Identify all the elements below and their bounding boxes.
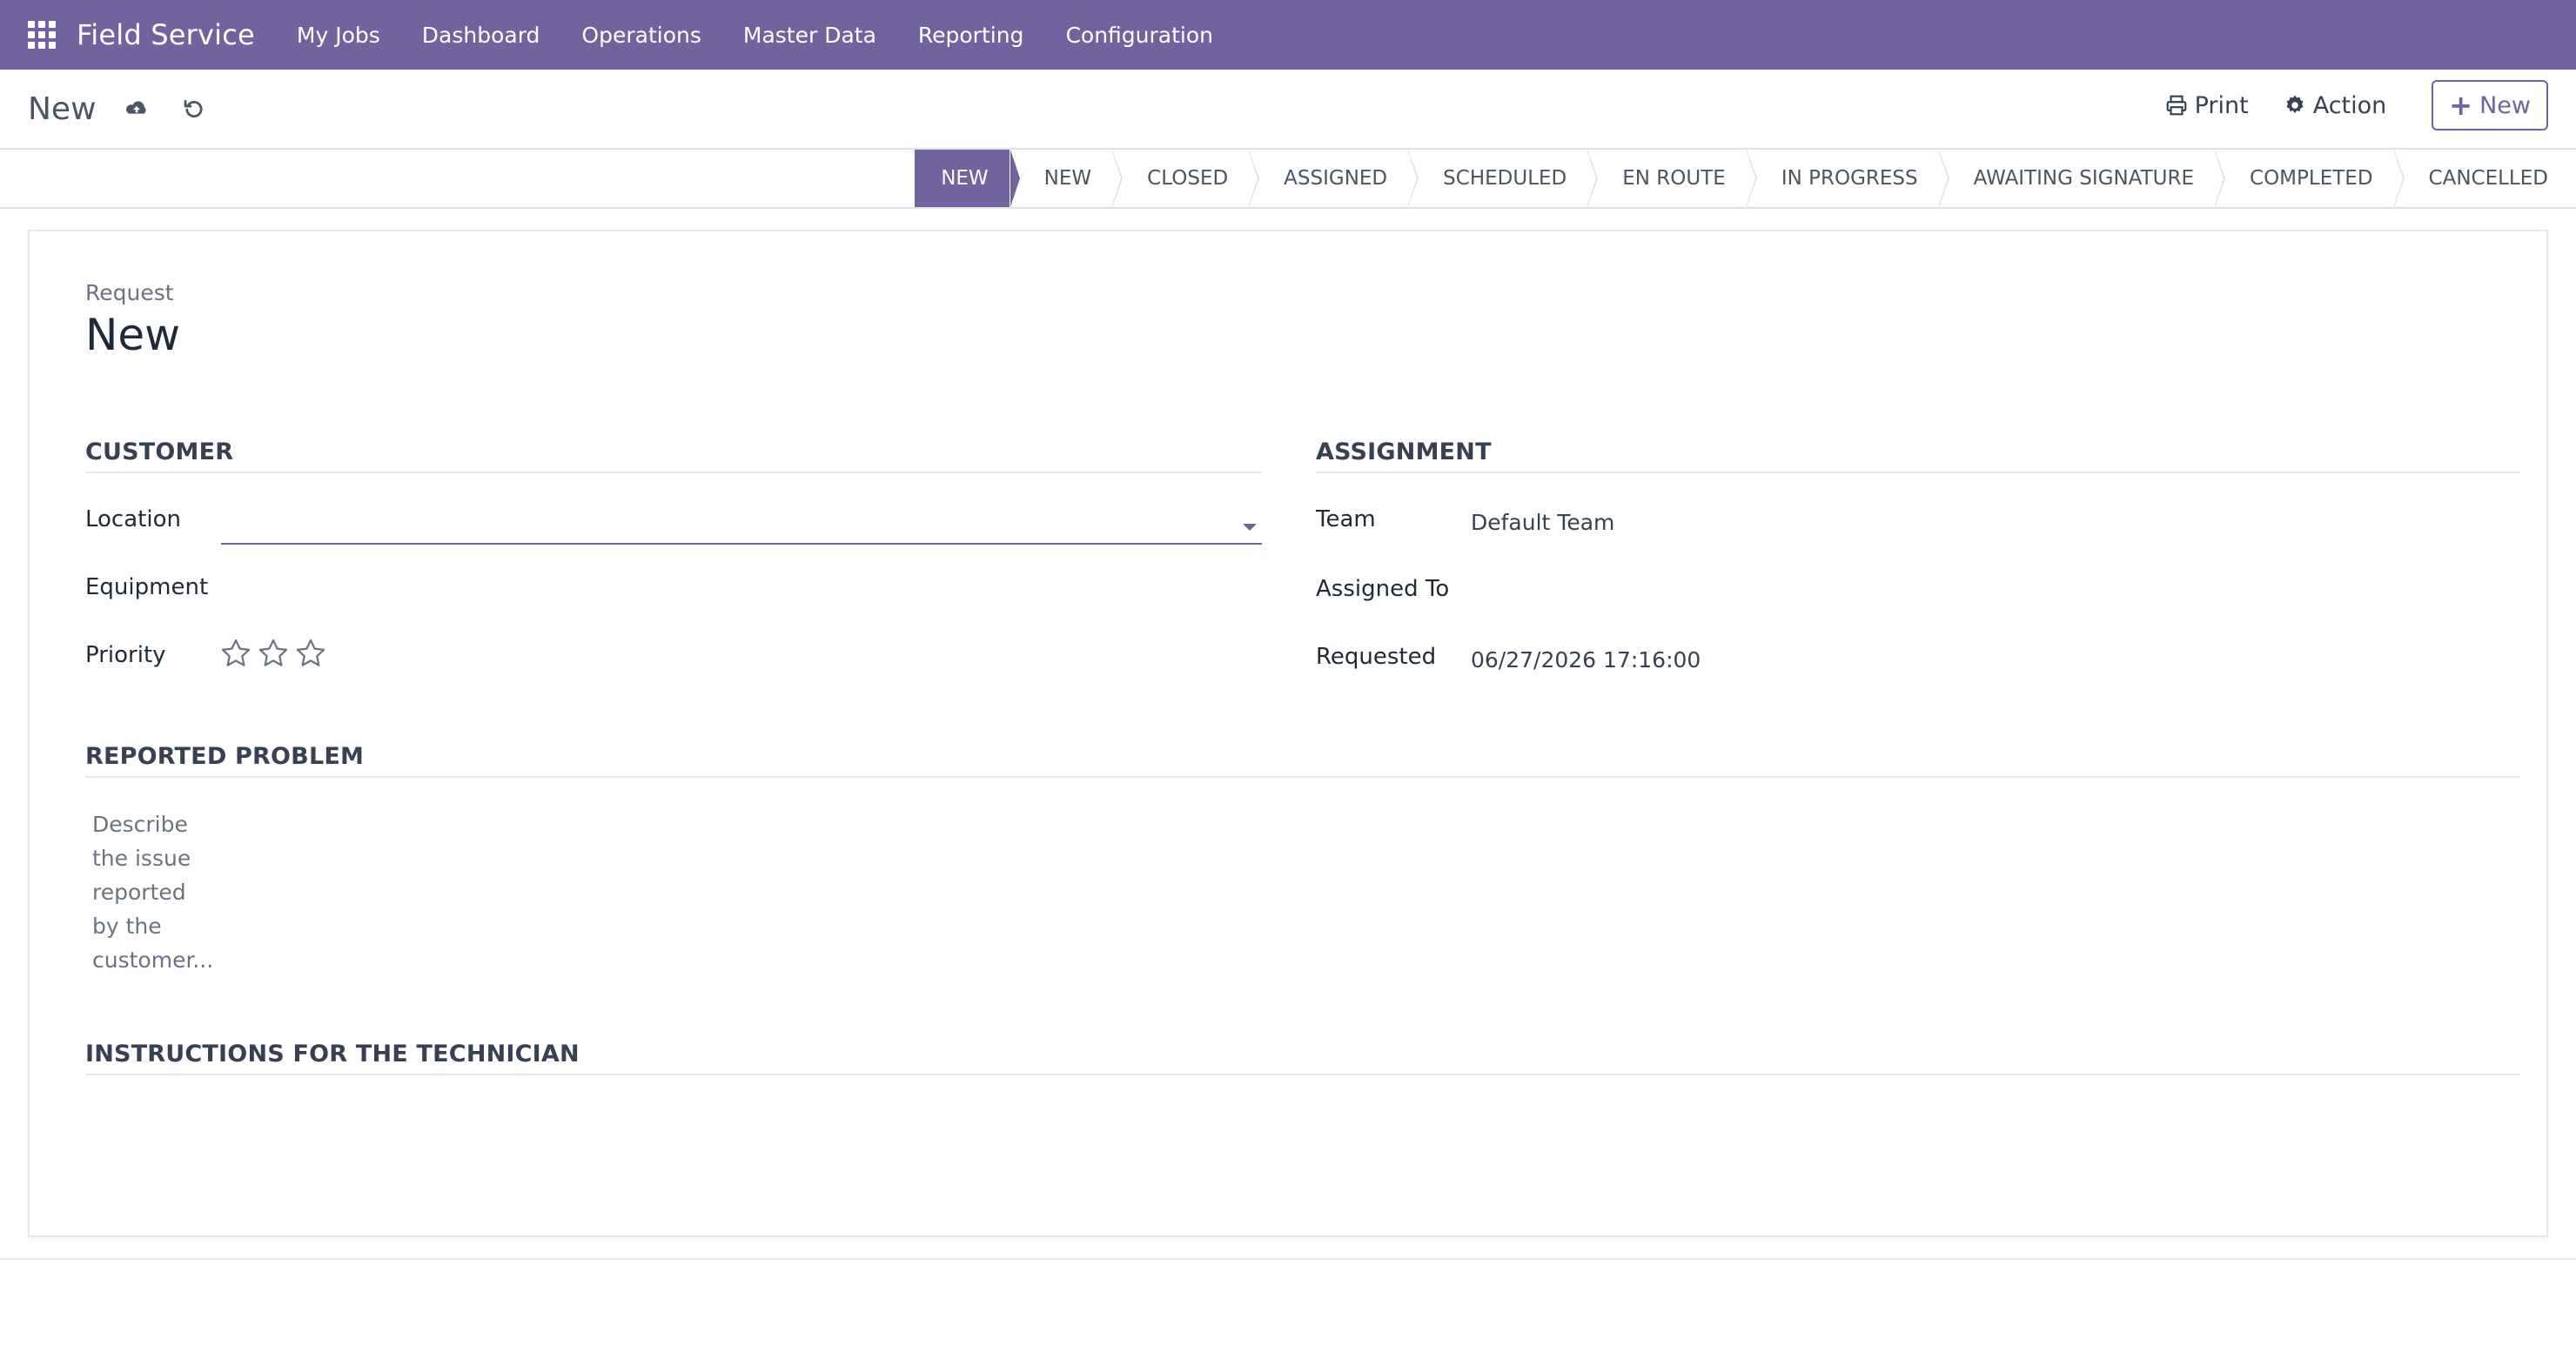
top-navbar: Field Service My Jobs Dashboard Operatio… (0, 0, 2576, 70)
star-icon[interactable] (257, 637, 290, 670)
instructions-divider (85, 1074, 2520, 1075)
stage-awaiting-signature[interactable]: AWAITING SIGNATURE (1939, 150, 2226, 207)
reported-problem-divider (85, 776, 2520, 778)
priority-stars (219, 637, 332, 670)
priority-label: Priority (85, 642, 166, 668)
assignment-section-title: ASSIGNMENT (1316, 438, 1492, 465)
print-label: Print (2194, 91, 2249, 119)
undo-icon (184, 99, 203, 118)
request-name-field[interactable]: New (85, 310, 180, 360)
discard-button[interactable] (177, 91, 211, 126)
requested-label: Requested (1316, 644, 1437, 670)
customer-section-title: CUSTOMER (85, 438, 234, 465)
reported-problem-section-title: REPORTED PROBLEM (85, 743, 365, 770)
app-brand[interactable]: Field Service (77, 18, 255, 51)
menu-item-my-jobs[interactable]: My Jobs (276, 23, 401, 48)
cloud-upload-icon (125, 101, 146, 114)
instructions-section-title: INSTRUCTIONS FOR THE TECHNICIAN (85, 1041, 580, 1068)
app-grid-icon[interactable] (28, 21, 56, 49)
request-label: Request (85, 280, 174, 305)
stage-in-progress[interactable]: IN PROGRESS (1747, 150, 1949, 207)
form-sheet: Request New CUSTOMER Location Equipment … (28, 230, 2548, 1237)
menu-item-dashboard[interactable]: Dashboard (401, 23, 561, 48)
breadcrumb-title: New (28, 90, 97, 127)
stage-new[interactable]: NEW (1010, 150, 1124, 207)
control-panel: New Print Action + New (0, 70, 2576, 150)
instructions-textarea[interactable] (85, 1093, 2520, 1197)
star-icon[interactable] (294, 637, 327, 670)
stage-assigned[interactable]: ASSIGNED (1249, 150, 1419, 207)
stage-cancelled[interactable]: CANCELLED (2394, 150, 2576, 207)
requested-datetime-field[interactable]: 06/27/2026 17:16:00 (1471, 647, 1701, 673)
dropdown-caret-icon[interactable] (1243, 524, 1257, 531)
customer-divider (85, 472, 1262, 473)
location-input[interactable] (221, 503, 1262, 545)
menu-item-configuration[interactable]: Configuration (1044, 23, 1234, 48)
equipment-label: Equipment (85, 574, 209, 600)
stage-statusbar: NEW NEW CLOSED ASSIGNED SCHEDULED EN ROU… (915, 150, 2576, 207)
gear-icon (2286, 95, 2304, 113)
assignment-divider (1316, 472, 2520, 473)
page-bottom-divider (0, 1258, 2576, 1260)
stage-new-active[interactable]: NEW (915, 150, 1021, 207)
new-record-button[interactable]: + New (2432, 80, 2548, 131)
stage-closed[interactable]: CLOSED (1112, 150, 1260, 207)
team-field[interactable]: Default Team (1471, 510, 1614, 535)
stage-scheduled[interactable]: SCHEDULED (1408, 150, 1599, 207)
reported-problem-textarea[interactable]: Describe the issue reported by the custo… (92, 807, 213, 977)
plus-icon: + (2449, 89, 2473, 122)
control-panel-actions: Print Action + New (2148, 80, 2548, 131)
menu-item-reporting[interactable]: Reporting (897, 23, 1045, 48)
assigned-to-field[interactable] (1471, 576, 2080, 607)
stage-en-route[interactable]: EN ROUTE (1587, 150, 1757, 207)
location-label: Location (85, 506, 181, 532)
assigned-to-label: Assigned To (1316, 576, 1450, 602)
new-record-label: New (2479, 91, 2531, 119)
action-button[interactable]: Action (2266, 92, 2405, 119)
star-icon[interactable] (219, 637, 252, 670)
team-label: Team (1316, 506, 1376, 532)
statusbar-row: NEW NEW CLOSED ASSIGNED SCHEDULED EN ROU… (0, 150, 2576, 209)
print-button[interactable]: Print (2148, 92, 2266, 119)
menu-item-master-data[interactable]: Master Data (722, 23, 897, 48)
stage-completed[interactable]: COMPLETED (2215, 150, 2405, 207)
menu-item-operations[interactable]: Operations (560, 23, 721, 48)
save-button[interactable] (119, 91, 154, 126)
printer-icon (2166, 95, 2186, 116)
action-label: Action (2312, 91, 2387, 119)
main-menu: My Jobs Dashboard Operations Master Data… (276, 23, 1234, 48)
